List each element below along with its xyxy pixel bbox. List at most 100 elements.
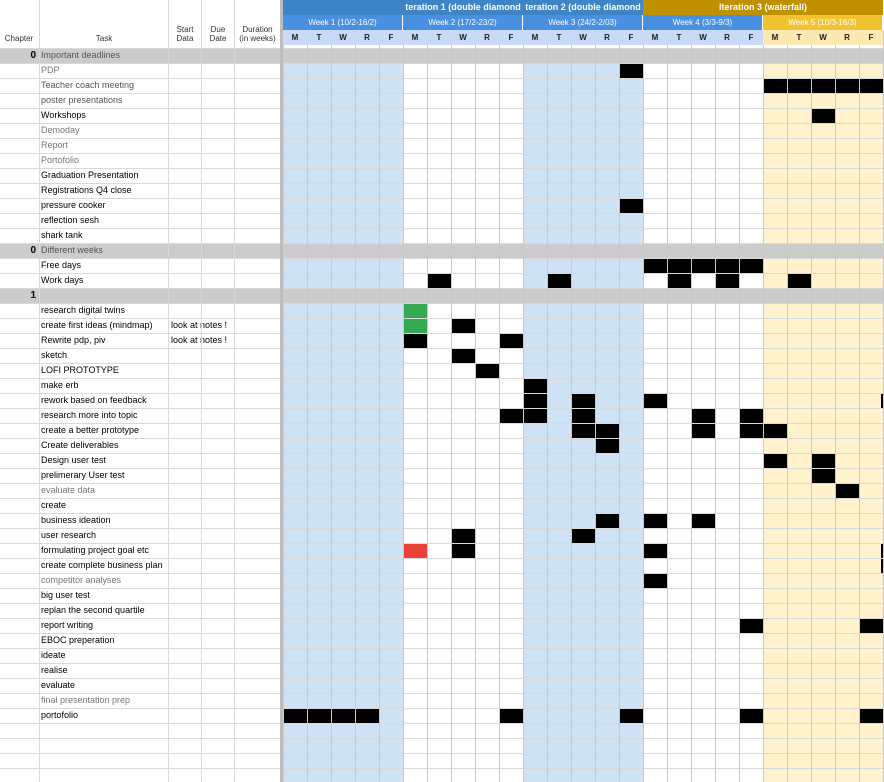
- task-label[interactable]: user research: [41, 528, 96, 543]
- schedule-cell-filled[interactable]: [451, 543, 475, 558]
- task-label[interactable]: Workshops: [41, 108, 86, 123]
- schedule-cell-filled[interactable]: [427, 273, 451, 288]
- task-label[interactable]: evaluate: [41, 678, 75, 693]
- task-label[interactable]: reflection sesh: [41, 213, 99, 228]
- schedule-cell-filled[interactable]: [739, 708, 763, 723]
- schedule-cell-filled[interactable]: [691, 258, 715, 273]
- task-label[interactable]: create first ideas (mindmap): [41, 318, 153, 333]
- schedule-cell-filled[interactable]: [811, 108, 835, 123]
- schedule-cell-filled[interactable]: [739, 258, 763, 273]
- schedule-cell-filled[interactable]: [811, 468, 835, 483]
- schedule-cell-filled[interactable]: [739, 408, 763, 423]
- schedule-cell-filled[interactable]: [739, 423, 763, 438]
- schedule-cell-filled[interactable]: [643, 573, 667, 588]
- iteration-header[interactable]: teration 1 (double diamond: [403, 0, 523, 15]
- schedule-cell-filled[interactable]: [835, 78, 859, 93]
- task-label[interactable]: research more into topic: [41, 408, 138, 423]
- task-label[interactable]: sketch: [41, 348, 67, 363]
- schedule-cell-filled[interactable]: [715, 273, 739, 288]
- task-label[interactable]: Important deadlines: [41, 48, 120, 63]
- schedule-cell-filled[interactable]: [619, 708, 643, 723]
- schedule-cell-filled[interactable]: [595, 438, 619, 453]
- task-label[interactable]: ideate: [41, 648, 66, 663]
- schedule-cell-filled[interactable]: [547, 273, 571, 288]
- task-label[interactable]: make erb: [41, 378, 79, 393]
- week-header[interactable]: Week 4 (3/3-9/3): [643, 15, 762, 30]
- schedule-cell-filled[interactable]: [355, 708, 379, 723]
- task-label[interactable]: prelimerary User test: [41, 468, 125, 483]
- task-label[interactable]: big user test: [41, 588, 90, 603]
- task-label[interactable]: Registrations Q4 close: [41, 183, 132, 198]
- task-label[interactable]: Work days: [41, 273, 83, 288]
- schedule-cell-filled[interactable]: [787, 273, 811, 288]
- schedule-cell-filled[interactable]: [451, 348, 475, 363]
- schedule-cell-filled[interactable]: [307, 708, 331, 723]
- schedule-cell-filled[interactable]: [763, 453, 787, 468]
- schedule-cell-filled[interactable]: [475, 363, 499, 378]
- task-label[interactable]: Graduation Presentation: [41, 168, 139, 183]
- task-label[interactable]: PDP: [41, 63, 60, 78]
- schedule-cell-filled[interactable]: [643, 543, 667, 558]
- schedule-cell-filled[interactable]: [859, 78, 883, 93]
- schedule-cell-filled[interactable]: [451, 528, 475, 543]
- schedule-cell-filled[interactable]: [523, 393, 547, 408]
- iteration-header[interactable]: teration 2 (double diamond: [523, 0, 643, 15]
- schedule-cell-filled[interactable]: [499, 408, 523, 423]
- schedule-cell-filled[interactable]: [523, 408, 547, 423]
- schedule-cell-filled[interactable]: [763, 423, 787, 438]
- schedule-cell-filled[interactable]: [763, 78, 787, 93]
- schedule-cell-filled[interactable]: [667, 273, 691, 288]
- schedule-cell-filled[interactable]: [643, 513, 667, 528]
- schedule-cell-filled[interactable]: [499, 333, 523, 348]
- task-label[interactable]: portofolio: [41, 708, 78, 723]
- task-label[interactable]: shark tank: [41, 228, 83, 243]
- schedule-cell-green[interactable]: [403, 318, 427, 333]
- schedule-cell-filled[interactable]: [619, 63, 643, 78]
- task-label[interactable]: create a better prototype: [41, 423, 139, 438]
- schedule-cell-filled[interactable]: [787, 78, 811, 93]
- task-label[interactable]: Demoday: [41, 123, 80, 138]
- schedule-cell-filled[interactable]: [859, 618, 883, 633]
- task-label[interactable]: replan the second quartile: [41, 603, 145, 618]
- schedule-cell-filled[interactable]: [835, 483, 859, 498]
- task-label[interactable]: pressure cooker: [41, 198, 106, 213]
- task-label[interactable]: LOFI PROTOTYPE: [41, 363, 119, 378]
- schedule-cell-filled[interactable]: [691, 423, 715, 438]
- task-label[interactable]: Teacher coach meeting: [41, 78, 134, 93]
- task-label[interactable]: create complete business plan: [41, 558, 163, 573]
- week-header[interactable]: Week 1 (10/2-16/2): [283, 15, 402, 30]
- week-header[interactable]: Week 2 (17/2-23/2): [403, 15, 522, 30]
- schedule-cell-red[interactable]: [403, 543, 427, 558]
- task-label[interactable]: poster presentations: [41, 93, 123, 108]
- task-label[interactable]: Free days: [41, 258, 81, 273]
- task-label[interactable]: evaluate data: [41, 483, 95, 498]
- schedule-cell-filled[interactable]: [595, 423, 619, 438]
- schedule-cell-filled[interactable]: [643, 393, 667, 408]
- task-label[interactable]: research digital twins: [41, 303, 125, 318]
- schedule-cell-filled[interactable]: [571, 528, 595, 543]
- schedule-cell-filled[interactable]: [619, 198, 643, 213]
- task-label[interactable]: realise: [41, 663, 68, 678]
- iteration-header[interactable]: Iteration 3 (waterfall): [643, 0, 883, 15]
- task-label[interactable]: business ideation: [41, 513, 111, 528]
- task-label[interactable]: Different weeks: [41, 243, 103, 258]
- schedule-cell-filled[interactable]: [571, 408, 595, 423]
- task-label[interactable]: Rewrite pdp, piv: [41, 333, 106, 348]
- week-header[interactable]: Week 5 (10/3-16/3): [763, 15, 882, 30]
- task-label[interactable]: Create deliverables: [41, 438, 119, 453]
- task-label[interactable]: rework based on feedback: [41, 393, 147, 408]
- schedule-cell-filled[interactable]: [451, 318, 475, 333]
- schedule-cell-filled[interactable]: [859, 708, 883, 723]
- schedule-cell-filled[interactable]: [523, 378, 547, 393]
- schedule-cell-filled[interactable]: [499, 708, 523, 723]
- schedule-cell-filled[interactable]: [595, 513, 619, 528]
- schedule-cell-filled[interactable]: [571, 423, 595, 438]
- task-label[interactable]: formulating project goal etc: [41, 543, 149, 558]
- schedule-cell-filled[interactable]: [643, 258, 667, 273]
- schedule-cell-filled[interactable]: [403, 333, 427, 348]
- task-label[interactable]: competitor analyses: [41, 573, 121, 588]
- schedule-cell-filled[interactable]: [283, 708, 307, 723]
- schedule-cell-filled[interactable]: [715, 258, 739, 273]
- task-label[interactable]: Portofolio: [41, 153, 79, 168]
- task-label[interactable]: Design user test: [41, 453, 106, 468]
